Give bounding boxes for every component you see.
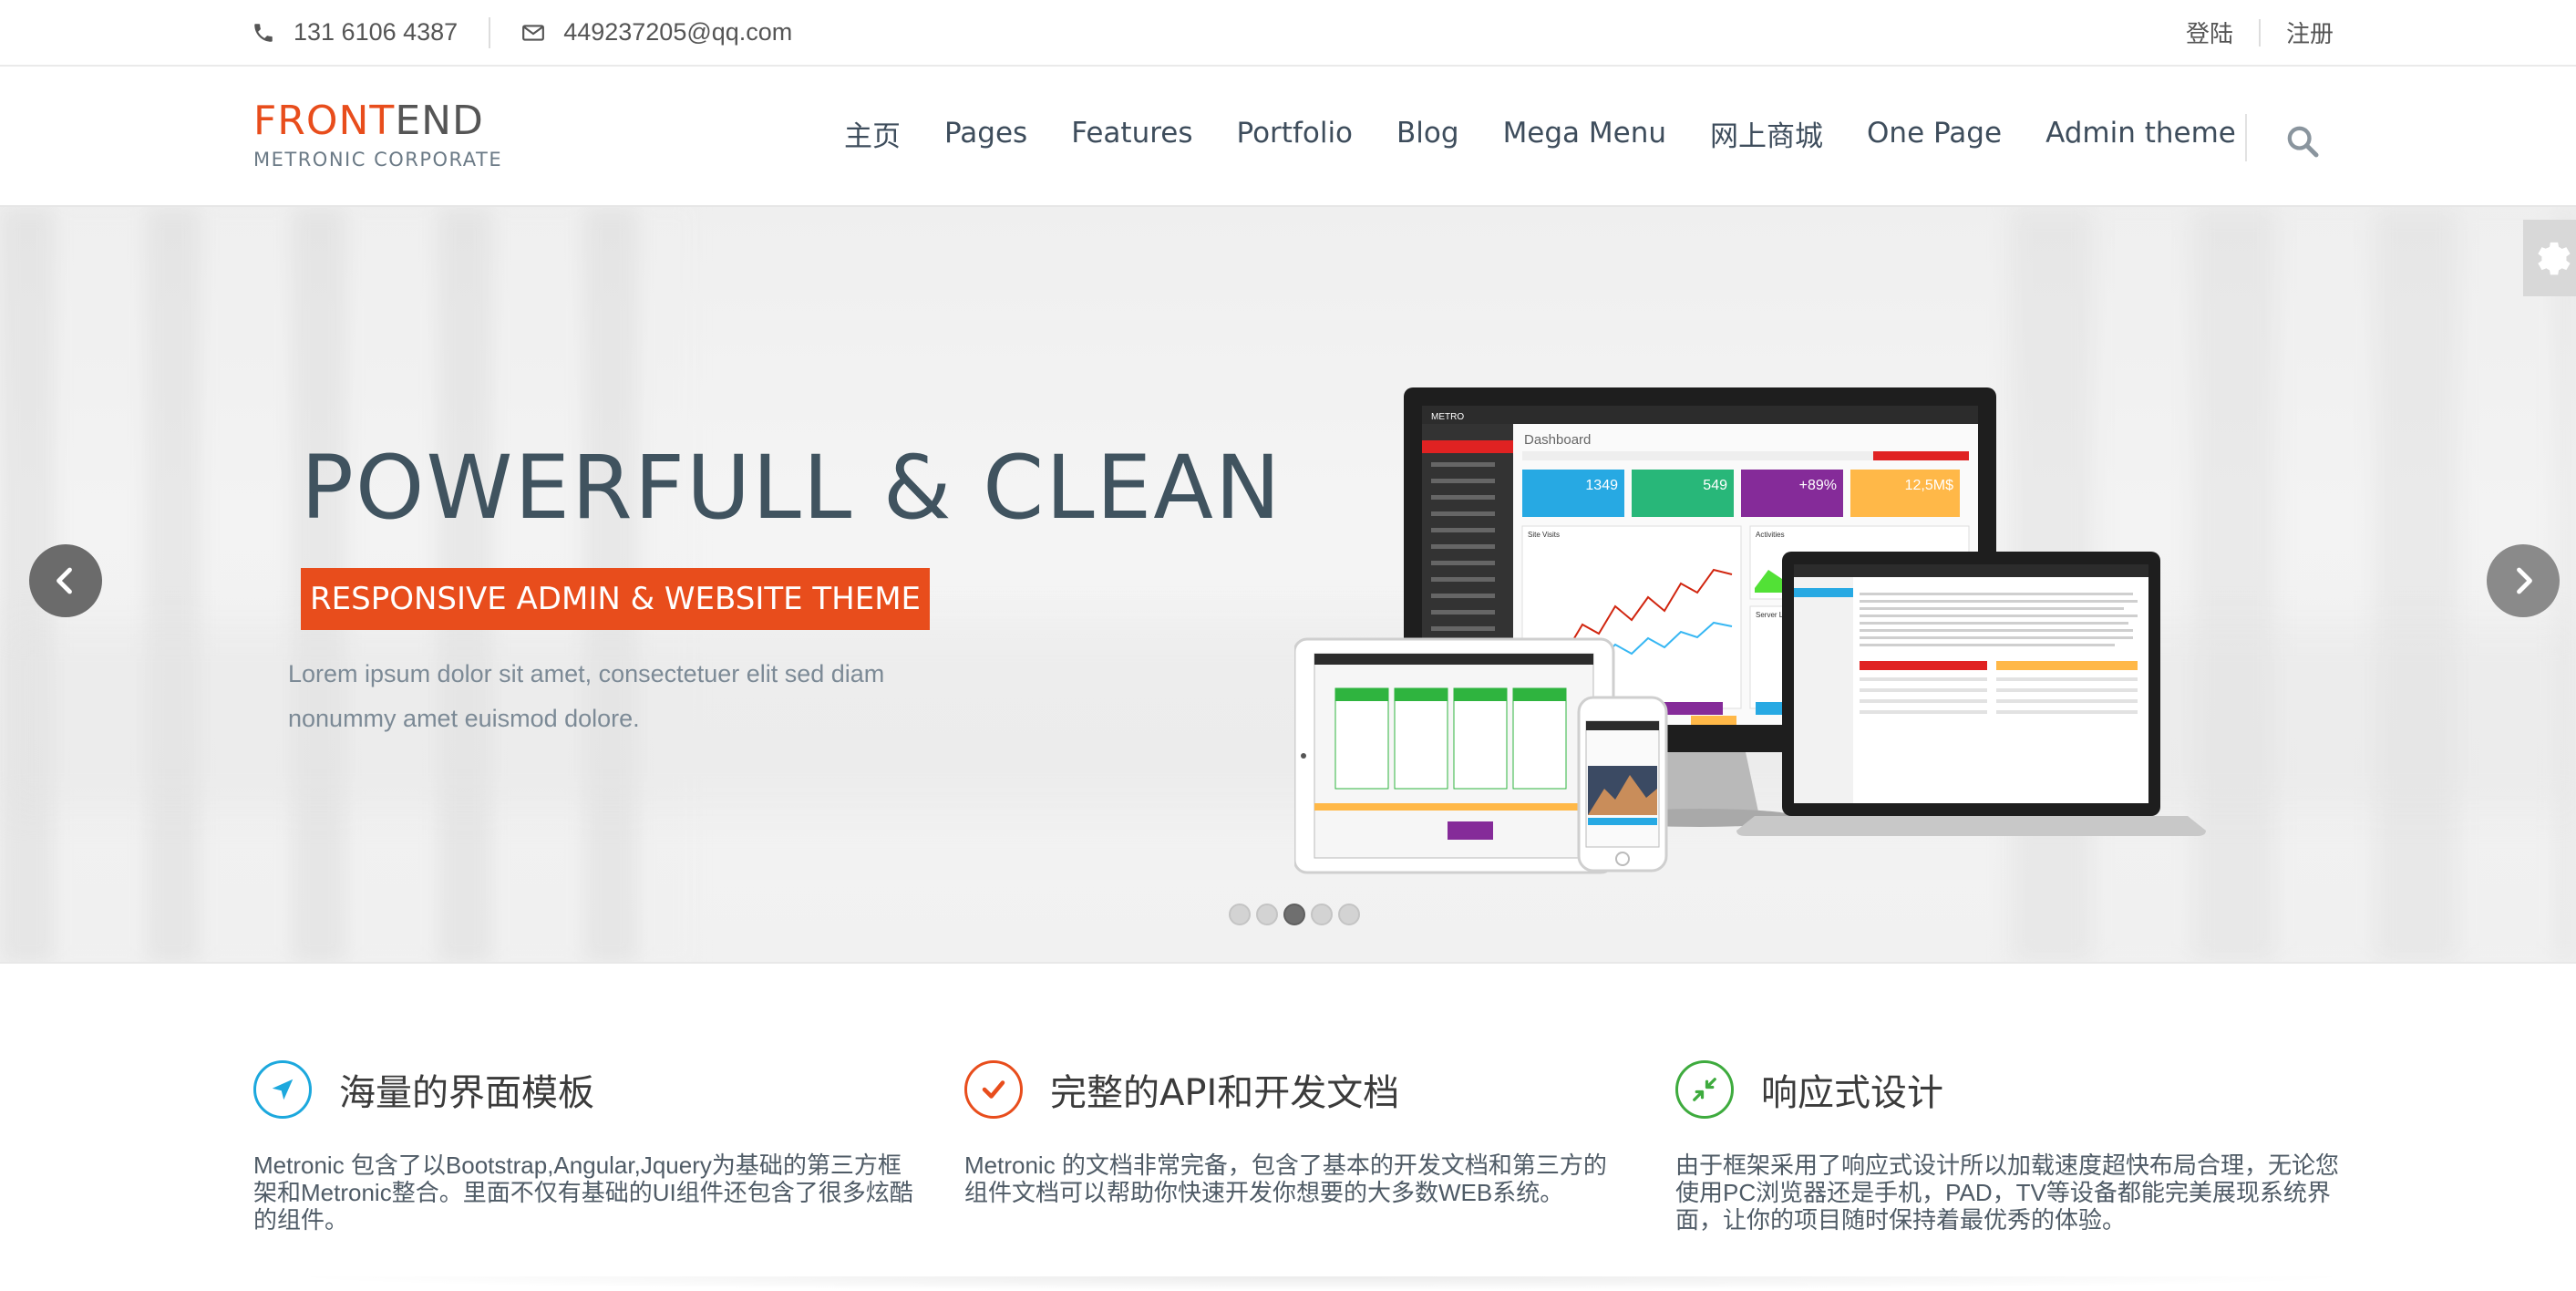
slider-dot-4[interactable] bbox=[1311, 904, 1333, 925]
slider-next-button[interactable] bbox=[2487, 544, 2560, 617]
logo-subtitle: METRONIC CORPORATE bbox=[253, 149, 503, 170]
mockup-dashboard-title: Dashboard bbox=[1524, 432, 1591, 448]
logo[interactable]: FRONTEND METRONIC CORPORATE bbox=[253, 101, 503, 171]
phone-number: 131 6106 4387 bbox=[294, 18, 459, 46]
slider-prev-button[interactable] bbox=[29, 544, 102, 617]
nav-item-one-page[interactable]: One Page bbox=[1867, 117, 2002, 150]
feature-responsive: 响应式设计 由于框架采用了响应式设计所以加载速度超快布局合理，无论您使用PC浏览… bbox=[1675, 1060, 2341, 1234]
nav-item-shop[interactable]: 网上商城 bbox=[1710, 113, 1823, 154]
envelope-icon bbox=[522, 24, 545, 41]
feature-header: 响应式设计 bbox=[1675, 1060, 2341, 1119]
nav-item-features[interactable]: Features bbox=[1071, 117, 1192, 150]
nav-item-admin-theme[interactable]: Admin theme bbox=[2045, 117, 2236, 150]
chevron-left-icon bbox=[57, 567, 72, 594]
feature-templates: 海量的界面模板 Metronic 包含了以Bootstrap,Angular,J… bbox=[253, 1060, 919, 1234]
mockup-brand: METRO bbox=[1431, 412, 1464, 422]
nav-item-mega-menu[interactable]: Mega Menu bbox=[1503, 117, 1666, 150]
email-address: 449237205@qq.com bbox=[563, 18, 793, 46]
feature-description: Metronic 包含了以Bootstrap,Angular,Jquery为基础… bbox=[253, 1152, 913, 1234]
style-customizer-toggle[interactable] bbox=[2523, 220, 2576, 296]
feature-title: 海量的界面模板 bbox=[339, 1072, 594, 1114]
logo-part-end: END bbox=[395, 98, 484, 144]
nav-item-portfolio[interactable]: Portfolio bbox=[1237, 117, 1354, 150]
slider-dot-1[interactable] bbox=[1229, 904, 1251, 925]
mockup-panel-site-visits: Site Visits bbox=[1528, 531, 1560, 539]
mockup-panel-activities: Activities bbox=[1756, 531, 1785, 539]
email-contact[interactable]: 449237205@qq.com bbox=[521, 18, 792, 46]
features-section: 海量的界面模板 Metronic 包含了以Bootstrap,Angular,J… bbox=[0, 964, 2576, 1291]
contact-info: 131 6106 4387 449237205@qq.com bbox=[252, 0, 792, 65]
header: FRONTEND METRONIC CORPORATE 主页 Pages Fea… bbox=[0, 67, 2576, 207]
hero-description: Lorem ipsum dolor sit amet, consectetuer… bbox=[288, 660, 885, 732]
gear-icon bbox=[2538, 242, 2571, 275]
logo-part-front: FRONT bbox=[253, 98, 396, 144]
divider bbox=[489, 16, 491, 48]
hero-slider: POWERFULL & CLEAN RESPONSIVE ADMIN & WEB… bbox=[0, 207, 2576, 964]
slider-dot-3[interactable] bbox=[1283, 904, 1305, 925]
divider bbox=[2245, 114, 2247, 161]
slider-dot-5[interactable] bbox=[1338, 904, 1360, 925]
phone-contact[interactable]: 131 6106 4387 bbox=[252, 18, 458, 46]
nav-item-blog[interactable]: Blog bbox=[1396, 117, 1459, 150]
feature-description: 由于框架采用了响应式设计所以加载速度超快布局合理，无论您使用PC浏览器还是手机，… bbox=[1675, 1152, 2340, 1234]
nav-item-home[interactable]: 主页 bbox=[844, 113, 901, 154]
compress-icon bbox=[1675, 1060, 1734, 1119]
devices-mockup-illustration: METRO Dashboard 1349 549 +89% 12,5M$ Sit… bbox=[1294, 387, 2206, 874]
register-link[interactable]: 注册 bbox=[2286, 15, 2334, 49]
logo-text: FRONTEND bbox=[253, 101, 502, 141]
mockup-stat-3: +89% bbox=[1799, 478, 1837, 493]
feature-api-docs: 完整的API和开发文档 Metronic 的文档非常完备，包含了基本的开发文档和… bbox=[964, 1060, 1630, 1206]
login-link[interactable]: 登陆 bbox=[2186, 15, 2233, 49]
mockup-stat-1: 1349 bbox=[1585, 478, 1618, 493]
hero-title: POWERFULL & CLEAN bbox=[301, 437, 1283, 539]
section-shadow bbox=[273, 1276, 2370, 1291]
slider-pagination bbox=[1229, 904, 1365, 925]
check-icon bbox=[964, 1060, 1023, 1119]
auth-links: 登陆 注册 bbox=[2186, 0, 2334, 65]
divider bbox=[2258, 18, 2261, 46]
feature-title: 响应式设计 bbox=[1761, 1072, 1943, 1114]
chevron-right-icon bbox=[2517, 567, 2532, 594]
mockup-stat-2: 549 bbox=[1703, 478, 1727, 493]
feature-header: 海量的界面模板 bbox=[253, 1060, 919, 1119]
search-icon[interactable] bbox=[2284, 123, 2321, 160]
topbar: 131 6106 4387 449237205@qq.com 登陆 注册 bbox=[0, 0, 2576, 67]
mockup-stat-4: 12,5M$ bbox=[1905, 478, 1953, 493]
phone-icon bbox=[254, 23, 273, 42]
slider-dot-2[interactable] bbox=[1256, 904, 1278, 925]
feature-description: Metronic 的文档非常完备，包含了基本的开发文档和第三方的组件文档可以帮助… bbox=[964, 1152, 1607, 1206]
hero-badge: RESPONSIVE ADMIN & WEBSITE THEME bbox=[301, 568, 931, 630]
nav-item-pages[interactable]: Pages bbox=[944, 117, 1027, 150]
feature-header: 完整的API和开发文档 bbox=[964, 1060, 1630, 1119]
location-arrow-icon bbox=[253, 1060, 312, 1119]
feature-title: 完整的API和开发文档 bbox=[1050, 1072, 1400, 1114]
main-nav: 主页 Pages Features Portfolio Blog Mega Me… bbox=[844, 67, 2280, 200]
